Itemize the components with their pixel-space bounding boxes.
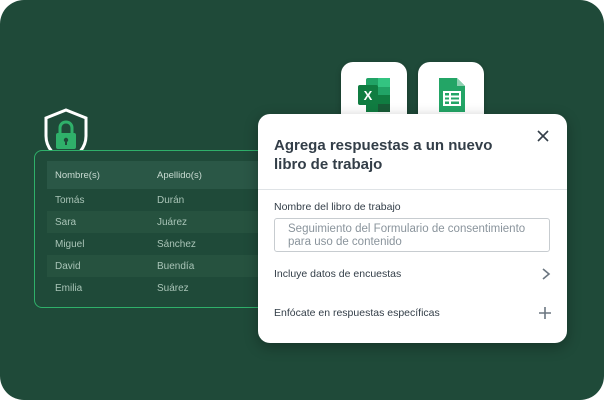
cell-last-name: Durán <box>157 194 185 206</box>
workbook-name-label: Nombre del libro de trabajo <box>274 201 401 213</box>
cell-last-name: Sánchez <box>157 238 196 250</box>
column-header-first-name: Nombre(s) <box>55 169 100 181</box>
column-header-last-name: Apellido(s) <box>157 169 202 181</box>
new-workbook-dialog: Agrega respuestas a un nuevo libro de tr… <box>258 114 567 343</box>
cell-last-name: Juárez <box>157 216 188 228</box>
background-canvas: Nombre(s) Apellido(s) Tomás Durán Sara J… <box>0 0 604 400</box>
cell-first-name: Emilia <box>55 282 83 294</box>
include-survey-data-label: Incluye datos de encuestas <box>274 268 402 280</box>
cell-first-name: Tomás <box>55 194 85 206</box>
focus-specific-responses-label: Enfócate en respuestas específicas <box>274 307 440 319</box>
cell-first-name: David <box>55 260 81 272</box>
chevron-right-icon <box>542 268 551 280</box>
close-icon <box>537 130 549 142</box>
include-survey-data-option[interactable]: Incluye datos de encuestas <box>274 264 552 284</box>
dialog-divider <box>258 189 567 190</box>
focus-specific-responses-option[interactable]: Enfócate en respuestas específicas <box>274 303 552 323</box>
svg-text:X: X <box>364 88 373 103</box>
cell-first-name: Sara <box>55 216 77 228</box>
cell-first-name: Miguel <box>55 238 85 250</box>
dialog-title: Agrega respuestas a un nuevo libro de tr… <box>274 137 493 173</box>
cell-last-name: Buendía <box>157 260 195 272</box>
plus-icon <box>539 307 551 319</box>
cell-last-name: Suárez <box>157 282 189 294</box>
close-button[interactable] <box>535 128 551 144</box>
workbook-name-input[interactable]: Seguimiento del Formulario de consentimi… <box>274 218 550 252</box>
